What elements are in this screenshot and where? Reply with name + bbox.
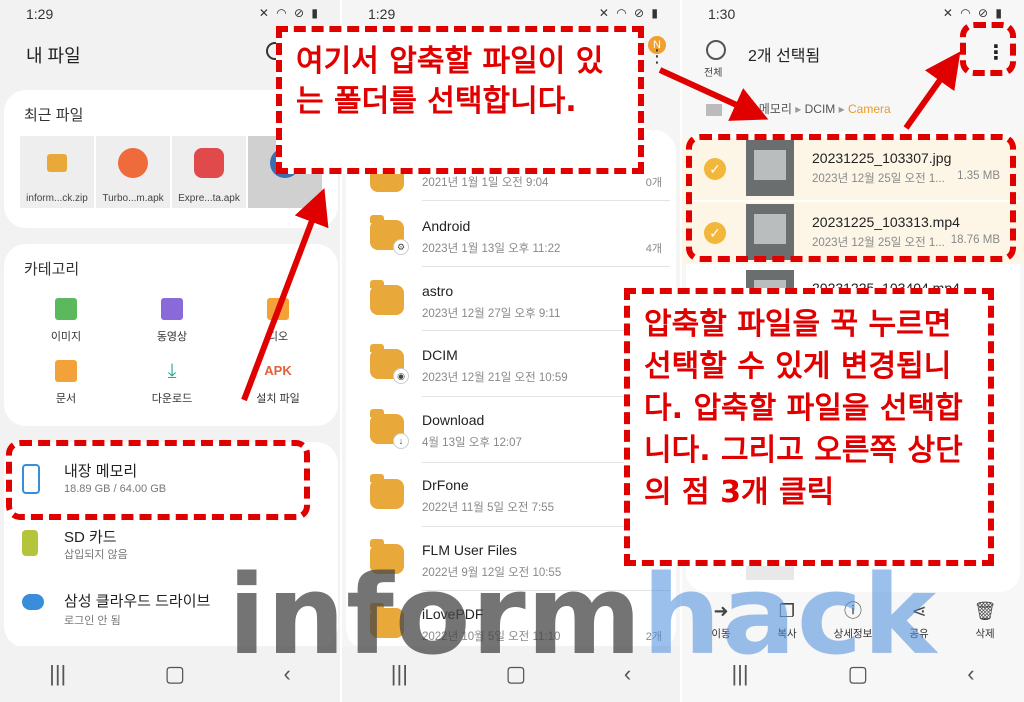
arrow-to-more-options [903,51,961,130]
annotation-arrows [241,51,961,402]
arrow-to-callout-from-storage [241,188,329,402]
arrow-to-selected-files [658,67,769,121]
